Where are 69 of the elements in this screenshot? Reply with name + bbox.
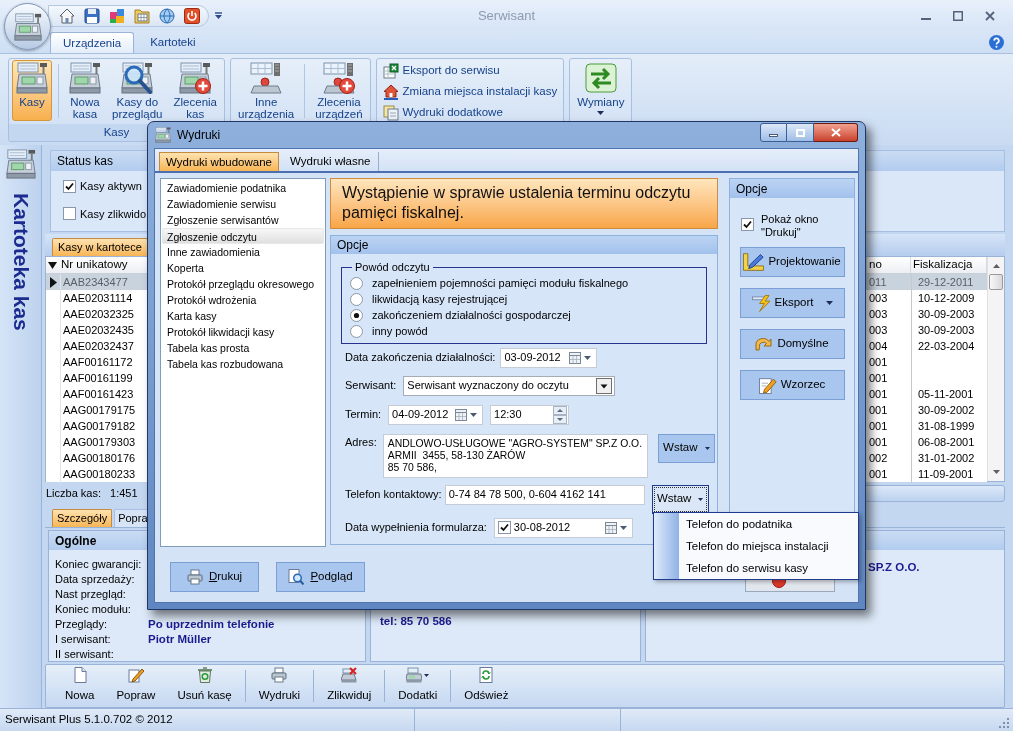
table-cell: 002 (869, 452, 888, 464)
field-label: Data sprzedaży: (55, 572, 136, 588)
count-value: 1:451 (110, 486, 138, 502)
radio-label: likwidacją kasy rejestrującej (372, 292, 508, 308)
table-cell: AAF00161172 (63, 356, 133, 368)
table-cell: 001 (869, 388, 888, 400)
table-cell: 004 (869, 340, 888, 352)
field-label: Koniec modułu: (55, 602, 132, 618)
field-label: Telefon kontaktowy: (345, 487, 442, 503)
field-label: Termin: (345, 407, 382, 423)
checkbox-label: Kasy zlikwido (80, 206, 147, 222)
field-label: Nast przegląd: (55, 587, 127, 603)
table-cell: AAG00179303 (63, 436, 136, 448)
table-cell-text: 22-03-2004 (918, 339, 975, 355)
field-label: Serwisant: (345, 378, 397, 394)
field-label: II serwisant: (55, 647, 115, 663)
table-cell: 001 (869, 404, 888, 416)
table-cell: AAG00179182 (63, 420, 136, 432)
table-cell-text: 30-09-2003 (918, 307, 975, 323)
field-label: I serwisant: (55, 632, 112, 648)
checkbox-label: Pokaż okno "Drukuj" (761, 213, 819, 239)
table-cell: 001 (869, 356, 888, 368)
count-label: Liczba kas: (46, 486, 102, 502)
table-cell: 001 (869, 420, 888, 432)
table-cell: AAE02032435 (63, 324, 134, 336)
table-cell: 003 (869, 324, 888, 336)
table-cell: 001 (869, 436, 888, 448)
report-title-banner: Wystąpienie w sprawie ustalenia terminu odczytu pamięci fiskalnej. (330, 178, 718, 229)
table-cell-text: 05-11-2001 (918, 387, 974, 403)
table-cell-text: 10-12-2009 (918, 291, 975, 307)
table-cell: 003 (869, 308, 888, 320)
table-cell-text: 11-09-2001 (918, 467, 974, 483)
radio-label: inny powód (372, 324, 428, 340)
radio-label: zakończeniem działalności gospodarczej (372, 308, 571, 324)
window-title: Serwisant (477, 6, 536, 25)
field-value: Po uprzednim telefonie (148, 616, 275, 632)
table-cell-text: 31-01-2002 (918, 451, 975, 467)
field-label: Koniec gwarancji: (55, 557, 143, 573)
table-cell: AAG00180176 (63, 452, 136, 464)
table-cell: AAG00179175 (63, 404, 136, 416)
field-value: SP.Z O.O. (868, 560, 920, 575)
panel-header: Opcje (331, 236, 717, 254)
table-cell: AAG00180233 (63, 468, 136, 480)
table-cell: 001 (869, 468, 888, 480)
panel-header: Opcje (730, 179, 854, 198)
checkbox-label: Kasy aktywn (80, 179, 142, 194)
table-cell: AAE02031114 (63, 292, 133, 304)
table-cell-text: 29-12-2011 (918, 275, 974, 291)
table-cell-text: 31-08-1999 (918, 419, 975, 435)
field-label: Przeglądy: (55, 617, 108, 633)
field-value: tel: 85 70 586 (380, 614, 452, 629)
field-label: Data zakończenia działalności: (345, 350, 496, 366)
radio-label: zapełnieniem pojemności pamięci modułu fiskalnego (372, 276, 629, 292)
group-label: Powód odczytu (354, 260, 431, 275)
dialog-title: Wydruki (177, 127, 221, 144)
table-cell: AAB2343477 (63, 276, 128, 288)
status-text: Serwisant Plus 5.1.0.702 © 2012 (5, 712, 173, 728)
table-cell: 003 (869, 292, 888, 304)
table-cell-text: 30-09-2003 (918, 323, 975, 339)
sidebar-title: Kartoteka kas (8, 193, 33, 331)
table-cell-text: 06-08-2001 (918, 435, 975, 451)
table-cell: AAE02032325 (63, 308, 134, 320)
table-cell: 001 (869, 372, 888, 384)
table-cell: AAF00161423 (63, 388, 134, 400)
table-cell: AAE02032437 (63, 340, 134, 352)
table-cell-text: 30-09-2002 (918, 403, 975, 419)
field-value: Piotr Müller (148, 631, 212, 647)
field-label: Adres: (345, 434, 377, 450)
table-cell: AAF00161199 (63, 372, 133, 384)
